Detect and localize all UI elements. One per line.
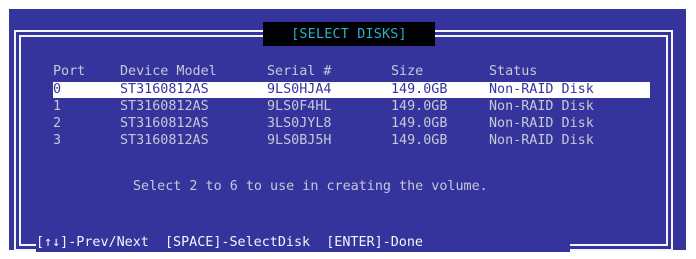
disk-row[interactable]: 3 ST3160812AS 9LS0BJ5H 149.0GB Non-RAID … <box>53 133 650 149</box>
status-cell: Non-RAID Disk <box>489 99 594 114</box>
serial-cell: 9LS0HJA4 <box>267 82 332 97</box>
column-header-status: Status <box>489 64 538 79</box>
status-cell: Non-RAID Disk <box>489 82 594 97</box>
model-cell: ST3160812AS <box>120 99 209 114</box>
port-cell: 3 <box>53 133 62 148</box>
port-cell: 1 <box>53 99 62 114</box>
status-cell: Non-RAID Disk <box>489 133 594 148</box>
port-cell: 0 <box>53 82 62 97</box>
disk-row[interactable]: 1 ST3160812AS 9LS0F4HL 149.0GB Non-RAID … <box>53 99 650 115</box>
size-cell: 149.0GB <box>391 116 448 131</box>
size-cell: 149.0GB <box>391 82 448 97</box>
column-header-port: Port <box>53 64 86 79</box>
dialog-title: [SELECT DISKS] <box>263 22 435 46</box>
column-header-serial: Serial # <box>267 64 332 79</box>
serial-cell: 3LS0JYL8 <box>267 116 332 131</box>
disk-row[interactable]: 2 ST3160812AS 3LS0JYL8 149.0GB Non-RAID … <box>53 116 650 132</box>
model-cell: ST3160812AS <box>120 116 209 131</box>
selection-hint: Select 2 to 6 to use in creating the vol… <box>133 179 488 194</box>
key-help-bar: [↑↓]-Prev/Next [SPACE]-SelectDisk [ENTER… <box>36 235 423 250</box>
column-header-model: Device Model <box>120 64 217 79</box>
disk-row[interactable]: 0 ST3160812AS 9LS0HJA4 149.0GB Non-RAID … <box>53 82 650 98</box>
model-cell: ST3160812AS <box>120 82 209 97</box>
status-cell: Non-RAID Disk <box>489 116 594 131</box>
model-cell: ST3160812AS <box>120 133 209 148</box>
port-cell: 2 <box>53 116 62 131</box>
serial-cell: 9LS0F4HL <box>267 99 332 114</box>
column-header-size: Size <box>391 64 424 79</box>
serial-cell: 9LS0BJ5H <box>267 133 332 148</box>
size-cell: 149.0GB <box>391 133 448 148</box>
size-cell: 149.0GB <box>391 99 448 114</box>
